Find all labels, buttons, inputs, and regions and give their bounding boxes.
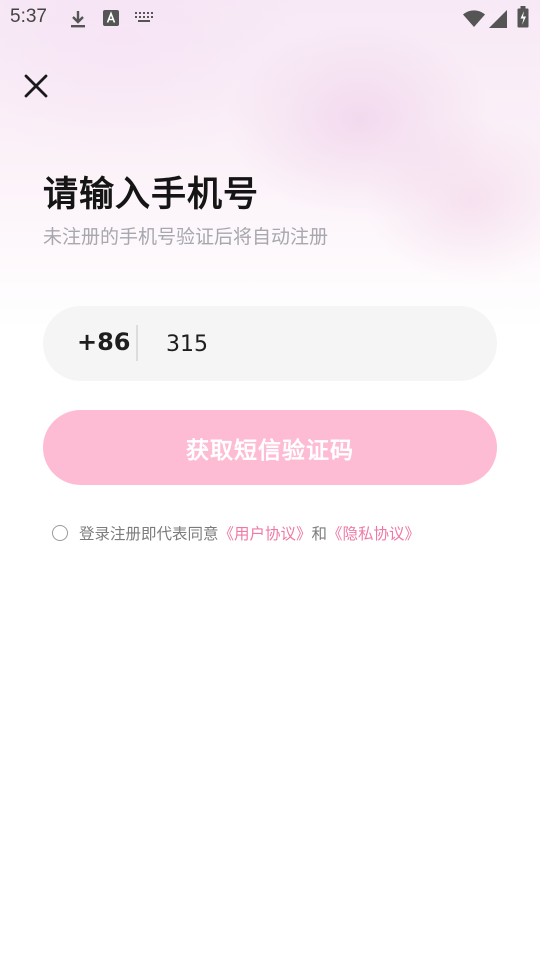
status-bar: 5:37 bbox=[0, 0, 540, 36]
close-icon bbox=[24, 74, 48, 98]
download-icon bbox=[71, 11, 85, 28]
status-time: 5:37 bbox=[10, 6, 47, 27]
agreement-prefix: 登录注册即代表同意 bbox=[79, 525, 219, 543]
close-button[interactable] bbox=[18, 68, 54, 104]
font-a-icon bbox=[103, 10, 119, 26]
user-agreement-link[interactable]: 《用户协议》 bbox=[219, 522, 312, 544]
battery-charging-icon bbox=[517, 6, 529, 28]
phone-input-container: +86 bbox=[43, 306, 497, 381]
signal-icon bbox=[489, 10, 507, 28]
agreement-checkbox[interactable] bbox=[52, 525, 68, 541]
input-divider bbox=[136, 325, 138, 361]
privacy-policy-link[interactable]: 《隐私协议》 bbox=[327, 522, 420, 544]
page-subtitle: 未注册的手机号验证后将自动注册 bbox=[43, 226, 329, 248]
page-title: 请输入手机号 bbox=[43, 175, 260, 215]
background-gradient bbox=[0, 0, 540, 330]
wifi-icon bbox=[463, 10, 485, 27]
agreement-row: 登录注册即代表同意 《用户协议》 和 《隐私协议》 bbox=[52, 522, 420, 544]
keyboard-icon bbox=[135, 12, 153, 22]
phone-number-input[interactable] bbox=[166, 324, 466, 364]
country-code[interactable]: +86 bbox=[77, 328, 131, 356]
agreement-conjunction: 和 bbox=[311, 525, 328, 543]
get-sms-code-button[interactable]: 获取短信验证码 bbox=[43, 410, 497, 485]
